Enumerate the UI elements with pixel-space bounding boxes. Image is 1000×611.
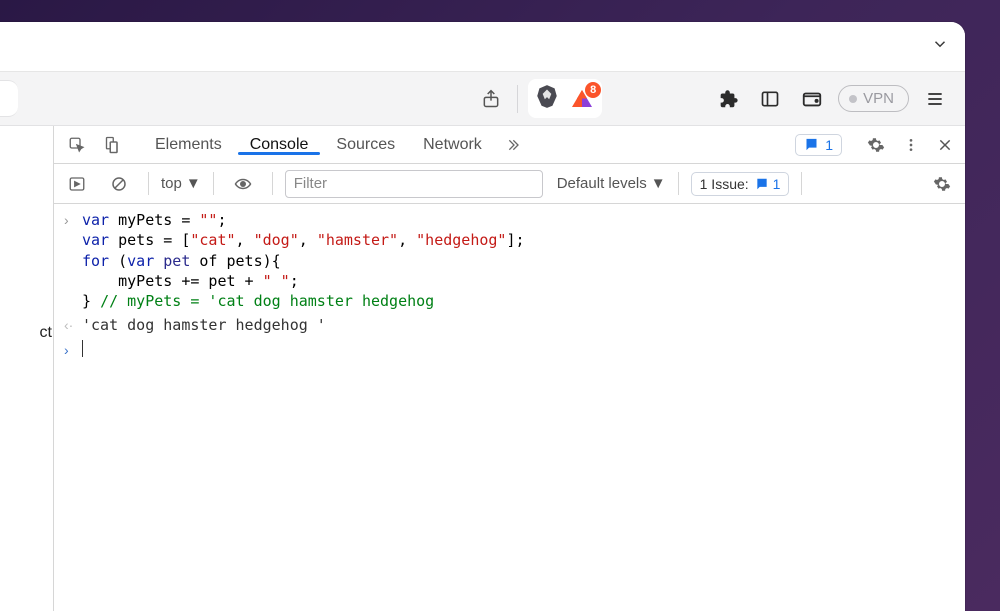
console-sidebar-toggle-icon[interactable] [60,175,94,193]
console-prompt[interactable]: › [54,338,965,362]
sidepanel-icon[interactable] [754,83,786,115]
tab-sources[interactable]: Sources [322,136,409,154]
titlebar [0,22,965,72]
browser-window: 8 VPN [0,22,965,611]
issues-indicator[interactable]: 1 Issue: 1 [691,172,790,196]
live-expression-icon[interactable] [226,175,260,193]
dropdown-icon: ▼ [651,175,666,192]
vpn-status-dot-icon [849,95,857,103]
toolbar-separator [517,85,518,113]
context-selector[interactable]: top ▼ [161,175,201,192]
console-input-block: › var myPets = ""; var pets = ["cat", "d… [54,208,965,313]
vpn-label: VPN [863,90,894,107]
tab-console[interactable]: Console [236,136,323,154]
inspect-icon[interactable] [60,136,94,154]
clear-console-icon[interactable] [102,175,136,193]
devtools-tabbar: Elements Console Sources Network 1 [54,126,965,164]
extensions-icon[interactable] [712,83,744,115]
page-content-area: ct [0,126,54,611]
output-marker-icon: ‹· [64,315,82,335]
kebab-menu-icon[interactable] [895,137,927,153]
close-devtools-icon[interactable] [929,137,961,153]
tab-network[interactable]: Network [409,136,496,154]
console-output-line: ‹· 'cat dog hamster hedgehog ' [54,313,965,337]
filter-input[interactable] [285,170,543,198]
device-toggle-icon[interactable] [94,136,128,154]
rewards-badge: 8 [585,82,601,98]
page-text-fragment: ct [0,324,52,342]
input-marker-icon: › [64,210,82,230]
more-tabs-icon[interactable] [496,137,528,153]
brave-rewards-icon[interactable]: 8 [568,85,596,113]
share-icon[interactable] [475,83,507,115]
menu-icon[interactable] [919,83,951,115]
settings-icon[interactable] [859,136,893,154]
console-settings-icon[interactable] [925,175,959,193]
address-bar[interactable] [0,80,18,117]
errors-indicator[interactable]: 1 [795,134,842,156]
console-log-area[interactable]: › var myPets = ""; var pets = ["cat", "d… [54,204,965,611]
vpn-button[interactable]: VPN [838,85,909,112]
log-levels-selector[interactable]: Default levels ▼ [557,175,666,192]
wallet-icon[interactable] [796,83,828,115]
browser-toolbar: 8 VPN [0,72,965,126]
devtools-panel: Elements Console Sources Network 1 [54,126,965,611]
tab-elements[interactable]: Elements [141,136,236,154]
dropdown-icon: ▼ [186,175,201,192]
extension-group: 8 [528,79,602,118]
console-result: 'cat dog hamster hedgehog ' [82,315,326,335]
console-toolbar: top ▼ Default levels ▼ 1 Issue: [54,164,965,204]
brave-shields-icon[interactable] [534,83,560,114]
prompt-marker-icon: › [64,340,82,360]
expand-chevron-icon[interactable] [931,35,949,58]
